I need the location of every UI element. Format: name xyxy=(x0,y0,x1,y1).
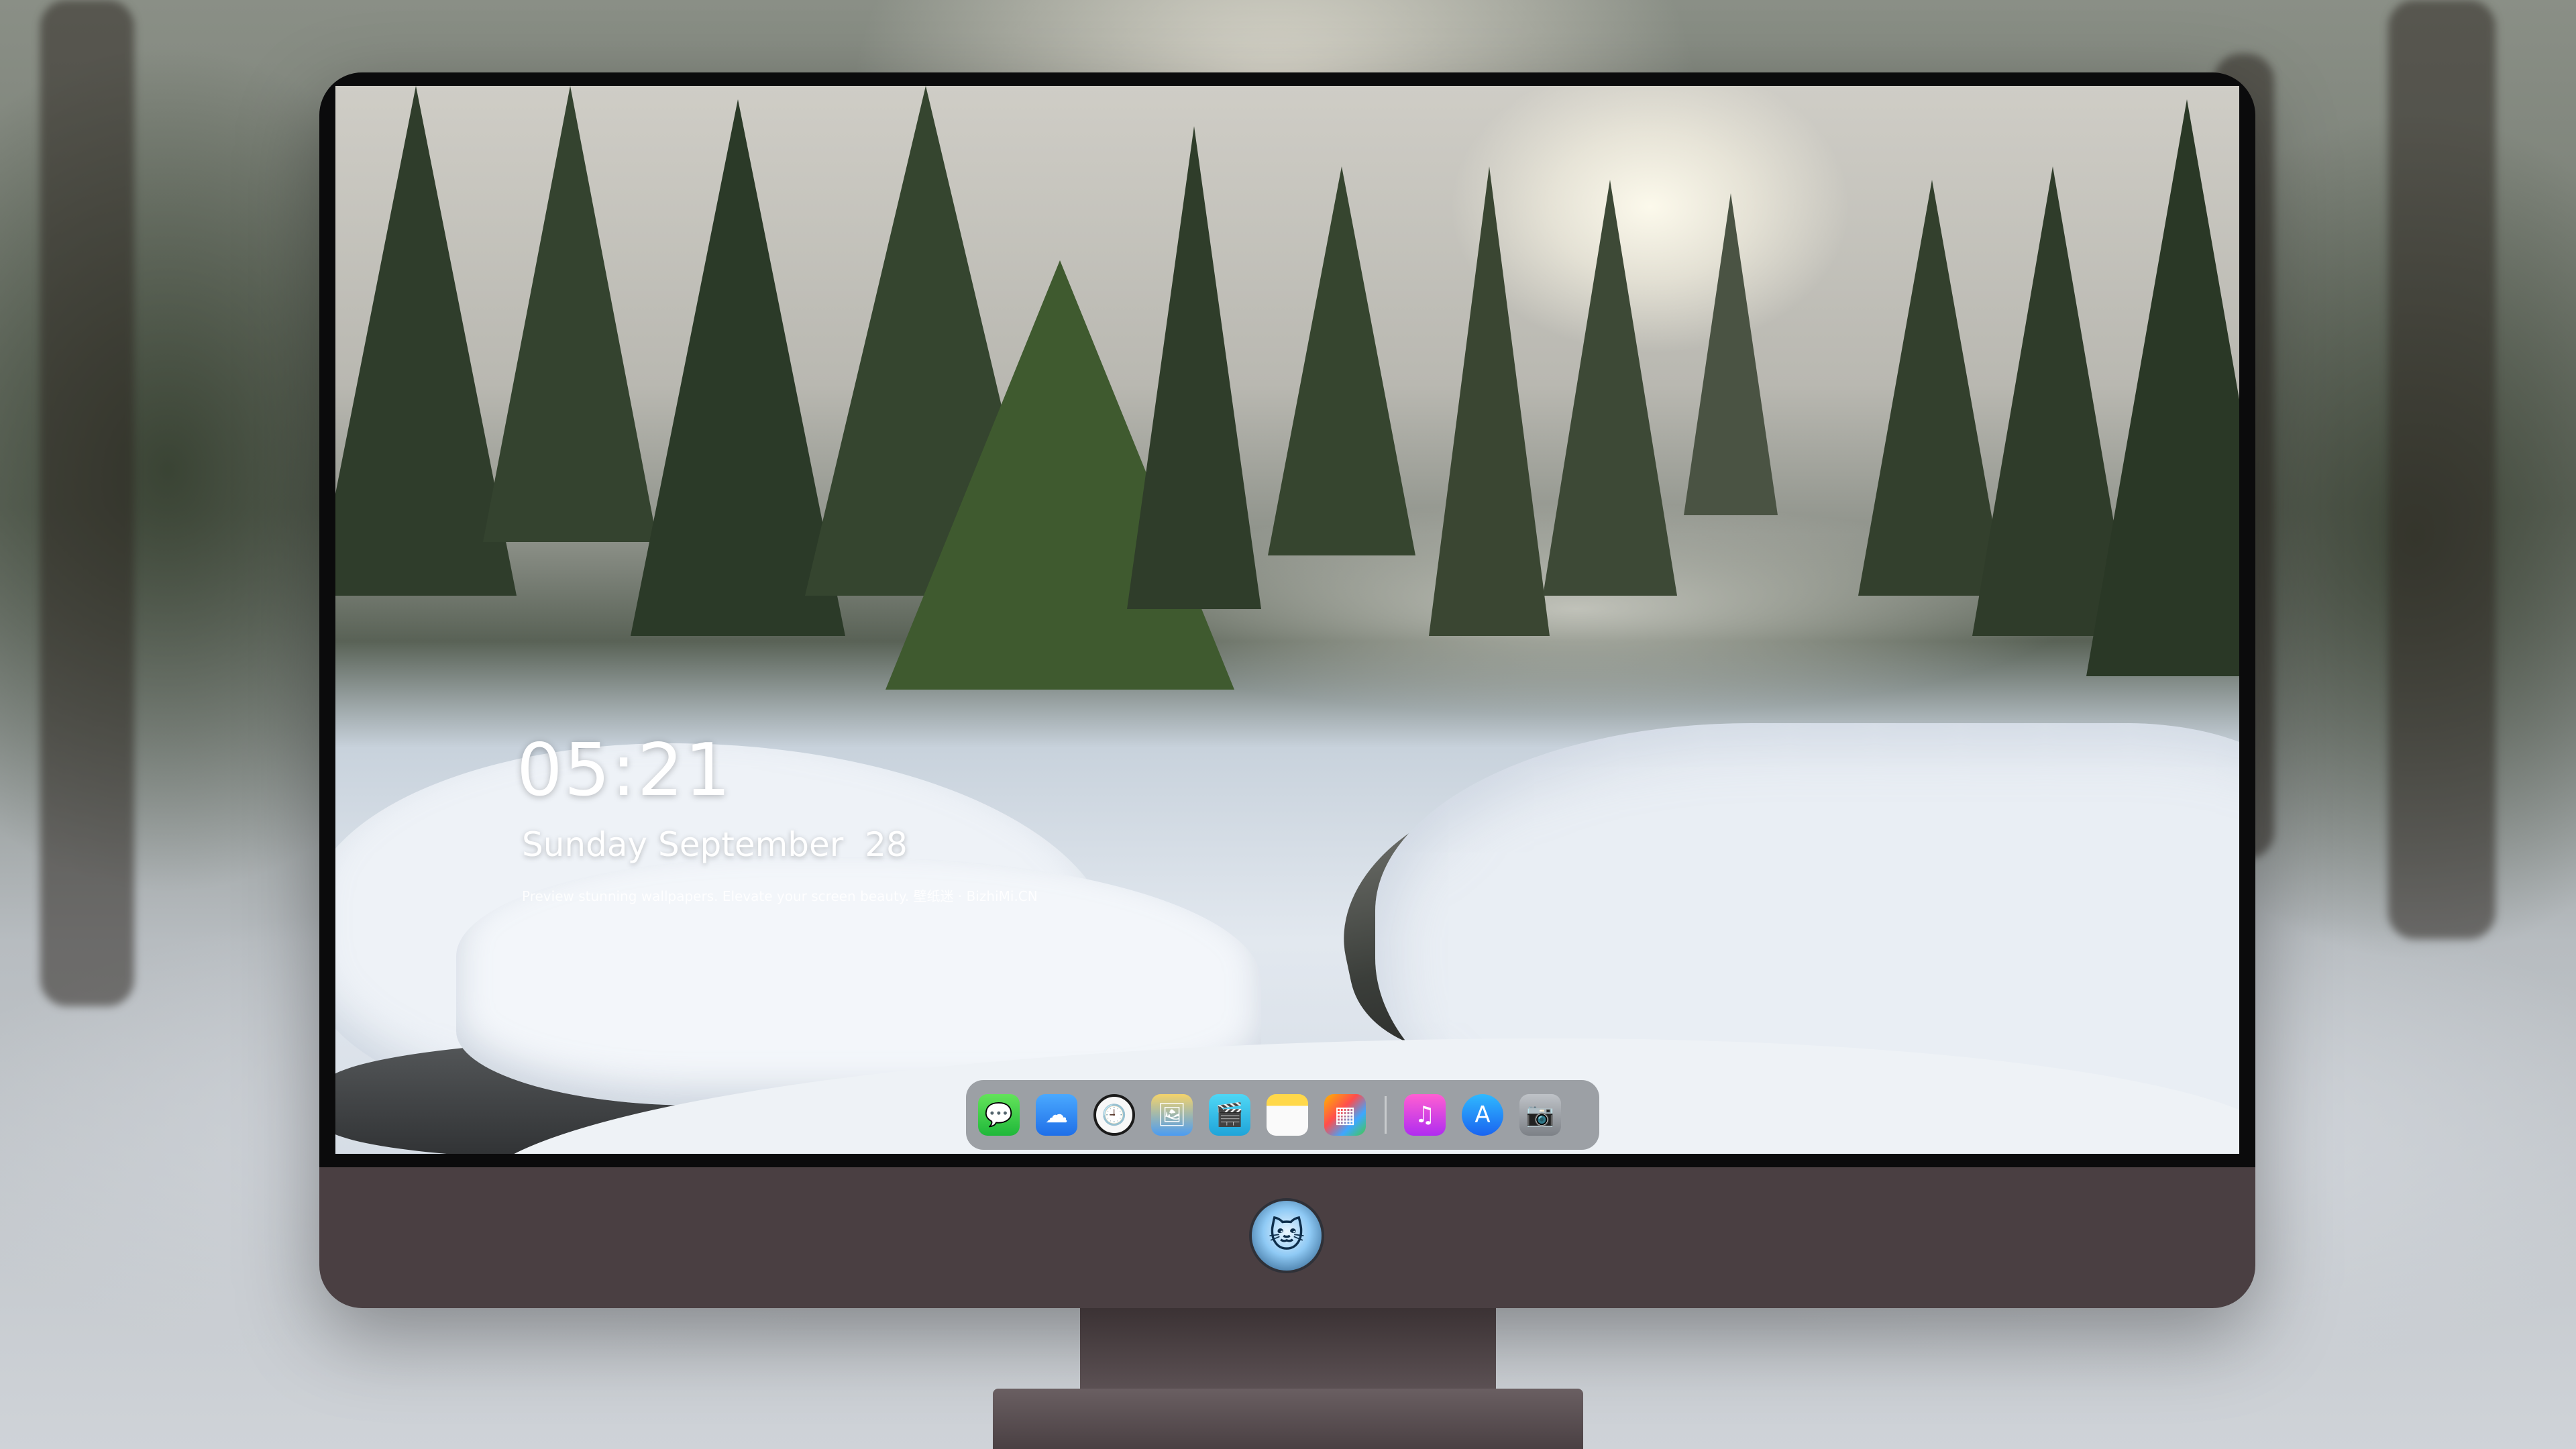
clock-app-icon[interactable]: 🕘 xyxy=(1093,1094,1135,1136)
dock-separator xyxy=(1385,1096,1387,1134)
app-store-icon[interactable]: A xyxy=(1462,1094,1503,1136)
dock: 💬 ☁ 🕘 🖼 🎬 ▦ ♫ A 📷 xyxy=(966,1080,1599,1150)
screenshot-app-icon[interactable]: 📷 xyxy=(1519,1094,1561,1136)
notes-app-icon[interactable] xyxy=(1267,1094,1308,1136)
lockscreen-time: 05:21 xyxy=(517,729,733,812)
monitor-stand-neck xyxy=(1080,1308,1496,1389)
messages-app-icon[interactable]: 💬 xyxy=(978,1094,1020,1136)
clips-app-icon[interactable]: 🎬 xyxy=(1209,1094,1250,1136)
weather-app-icon[interactable]: ☁ xyxy=(1036,1094,1077,1136)
lockscreen-date: Sunday September 28 xyxy=(522,825,908,864)
lockscreen-tagline: Preview stunning wallpapers. Elevate you… xyxy=(522,888,1038,904)
music-app-icon[interactable]: ♫ xyxy=(1404,1094,1446,1136)
brand-logo-icon: 🐱 xyxy=(1252,1201,1322,1271)
monitor-stand-base xyxy=(993,1389,1583,1449)
screen-wallpaper xyxy=(335,86,2239,1154)
photos-app-icon[interactable]: ▦ xyxy=(1324,1094,1366,1136)
preview-app-icon[interactable]: 🖼 xyxy=(1151,1094,1193,1136)
